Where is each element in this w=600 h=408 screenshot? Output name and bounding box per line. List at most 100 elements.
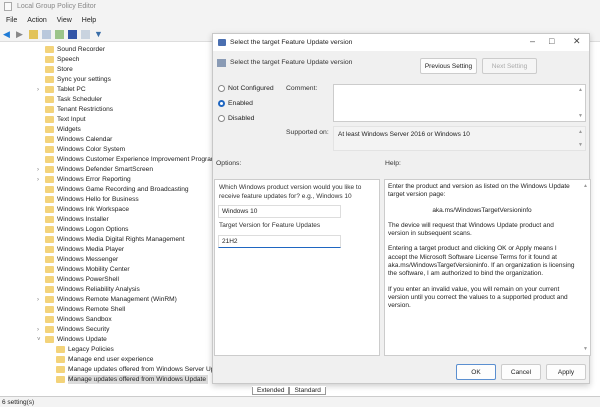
comment-textarea[interactable]: ▲ ▼	[333, 84, 586, 122]
tree-item-label: Task Scheduler	[57, 96, 103, 103]
tree-item[interactable]: Windows Customer Experience Improvement …	[45, 155, 215, 165]
target-version-input[interactable]: 21H2	[218, 235, 341, 248]
tree-item[interactable]: Manage updates offered from Windows Upda…	[56, 375, 209, 384]
tree-item[interactable]: Windows Remote Shell	[45, 305, 125, 315]
tree-item[interactable]: Windows Remote Management (WinRM) ›	[37, 295, 177, 305]
close-button[interactable]: ✕	[573, 36, 581, 47]
show-hide-tree-icon[interactable]	[42, 30, 51, 39]
scroll-down-icon[interactable]: ▼	[578, 142, 583, 148]
tree-item[interactable]: Tablet PC ›	[37, 85, 86, 95]
tree-item[interactable]: Windows Media Digital Rights Management	[45, 235, 185, 245]
forward-icon[interactable]: ▶	[16, 30, 25, 39]
properties-icon[interactable]	[81, 30, 90, 39]
scroll-up-icon[interactable]: ▲	[583, 183, 588, 189]
tree-item[interactable]: Manage updates offered from Windows Serv…	[56, 365, 215, 375]
tree-item[interactable]: Windows Update ˅	[37, 335, 107, 345]
next-setting-button[interactable]: Next Setting	[482, 58, 537, 74]
tree-item[interactable]: Sync your settings	[45, 75, 111, 85]
tree-item[interactable]: Legacy Policies	[56, 345, 116, 355]
app-icon	[4, 2, 12, 11]
scroll-up-icon[interactable]: ▲	[578, 129, 583, 135]
tab-standard[interactable]: Standard	[289, 387, 326, 395]
maximize-button[interactable]: □	[549, 36, 554, 46]
product-version-input[interactable]: Windows 10	[218, 205, 341, 218]
tree-item[interactable]: Windows Mobility Center	[45, 265, 130, 275]
tree-item[interactable]: Windows Sandbox	[45, 315, 112, 325]
tree-item[interactable]: Manage end user experience	[56, 355, 155, 365]
chevron-right-icon[interactable]: ›	[37, 295, 39, 305]
chevron-down-icon[interactable]: ˅	[37, 335, 41, 345]
menu-view[interactable]: View	[57, 13, 72, 28]
folder-icon	[45, 176, 54, 183]
folder-icon	[45, 196, 54, 203]
folder-icon	[45, 106, 54, 113]
tree-item[interactable]: Windows Installer	[45, 215, 109, 225]
menu-file[interactable]: File	[6, 13, 17, 28]
tree-item[interactable]: Tenant Restrictions	[45, 105, 113, 115]
tree-item[interactable]: Windows Media Player	[45, 245, 124, 255]
scroll-down-icon[interactable]: ▼	[583, 346, 588, 352]
previous-setting-button[interactable]: Previous Setting	[420, 58, 477, 74]
tree-item[interactable]: Windows Error Reporting ›	[37, 175, 131, 185]
tree-item-label: Windows Messenger	[57, 256, 119, 263]
help-icon[interactable]	[68, 30, 77, 39]
tree-item[interactable]: Store	[45, 65, 73, 75]
comment-label: Comment:	[286, 85, 318, 92]
tree-item[interactable]: Windows PowerShell	[45, 275, 119, 285]
folder-icon	[45, 336, 54, 343]
tree-item-label: Windows Remote Management (WinRM)	[57, 296, 177, 303]
tree-item[interactable]: Windows Color System	[45, 145, 126, 155]
chevron-right-icon[interactable]: ›	[37, 175, 39, 185]
folder-icon	[45, 236, 54, 243]
help-paragraph: Enter the product and version as listed …	[388, 183, 570, 199]
apply-button[interactable]: Apply	[546, 364, 586, 380]
tree-item-label: Windows Sandbox	[57, 316, 112, 323]
tree-item[interactable]: Windows Defender SmartScreen ›	[37, 165, 153, 175]
tree-item[interactable]: Windows Game Recording and Broadcasting	[45, 185, 189, 195]
folder-icon	[45, 286, 54, 293]
scroll-down-icon[interactable]: ▼	[578, 113, 583, 119]
tab-extended[interactable]: Extended	[252, 387, 290, 395]
tree-item[interactable]: Widgets	[45, 125, 81, 135]
menu-help[interactable]: Help	[82, 13, 96, 28]
tree-item[interactable]: Task Scheduler	[45, 95, 103, 105]
tree-item-label: Manage end user experience	[68, 356, 154, 363]
tree-item[interactable]: Windows Ink Workspace	[45, 205, 129, 215]
chevron-right-icon[interactable]: ›	[37, 85, 39, 95]
scroll-up-icon[interactable]: ▲	[578, 87, 583, 93]
tree-item[interactable]: Windows Reliability Analysis	[45, 285, 140, 295]
tree-item[interactable]: Windows Messenger	[45, 255, 119, 265]
tree-item-label: Windows Color System	[57, 146, 126, 153]
tree-item[interactable]: Windows Hello for Business	[45, 195, 139, 205]
ok-button[interactable]: OK	[456, 364, 496, 380]
radio-circle[interactable]	[218, 85, 225, 92]
tree-item[interactable]: Windows Logon Options	[45, 225, 128, 235]
tree-item-label: Text Input	[57, 116, 86, 123]
chevron-right-icon[interactable]: ›	[37, 165, 39, 175]
folder-icon	[45, 216, 54, 223]
menu-action[interactable]: Action	[27, 13, 46, 28]
tree-item[interactable]: Windows Calendar	[45, 135, 113, 145]
chevron-right-icon[interactable]: ›	[37, 325, 39, 335]
tree-item[interactable]: Windows Security ›	[37, 325, 109, 335]
cancel-button[interactable]: Cancel	[501, 364, 541, 380]
tree-item-label: Windows Update	[57, 336, 107, 343]
tree-item[interactable]: Text Input	[45, 115, 86, 125]
radio-circle[interactable]	[218, 100, 225, 107]
status-bar: 6 setting(s)	[0, 396, 600, 407]
folder-icon	[45, 186, 54, 193]
tree-item-label: Windows Calendar	[57, 136, 113, 143]
supported-on-field: At least Windows Server 2016 or Windows …	[333, 126, 586, 151]
radio-disabled[interactable]: Disabled	[218, 115, 254, 122]
filter-icon[interactable]: ▼	[94, 30, 103, 39]
tree-item[interactable]: Speech	[45, 55, 79, 65]
export-list-icon[interactable]	[55, 30, 64, 39]
radio-enabled[interactable]: Enabled	[218, 100, 253, 107]
up-folder-icon[interactable]	[29, 30, 38, 39]
tree-item-label: Windows Hello for Business	[57, 196, 139, 203]
radio-circle[interactable]	[218, 115, 225, 122]
back-icon[interactable]: ◀	[3, 30, 12, 39]
tree-item[interactable]: Sound Recorder	[45, 45, 105, 55]
minimize-button[interactable]: –	[530, 36, 535, 46]
radio-not-configured[interactable]: Not Configured	[218, 85, 274, 92]
